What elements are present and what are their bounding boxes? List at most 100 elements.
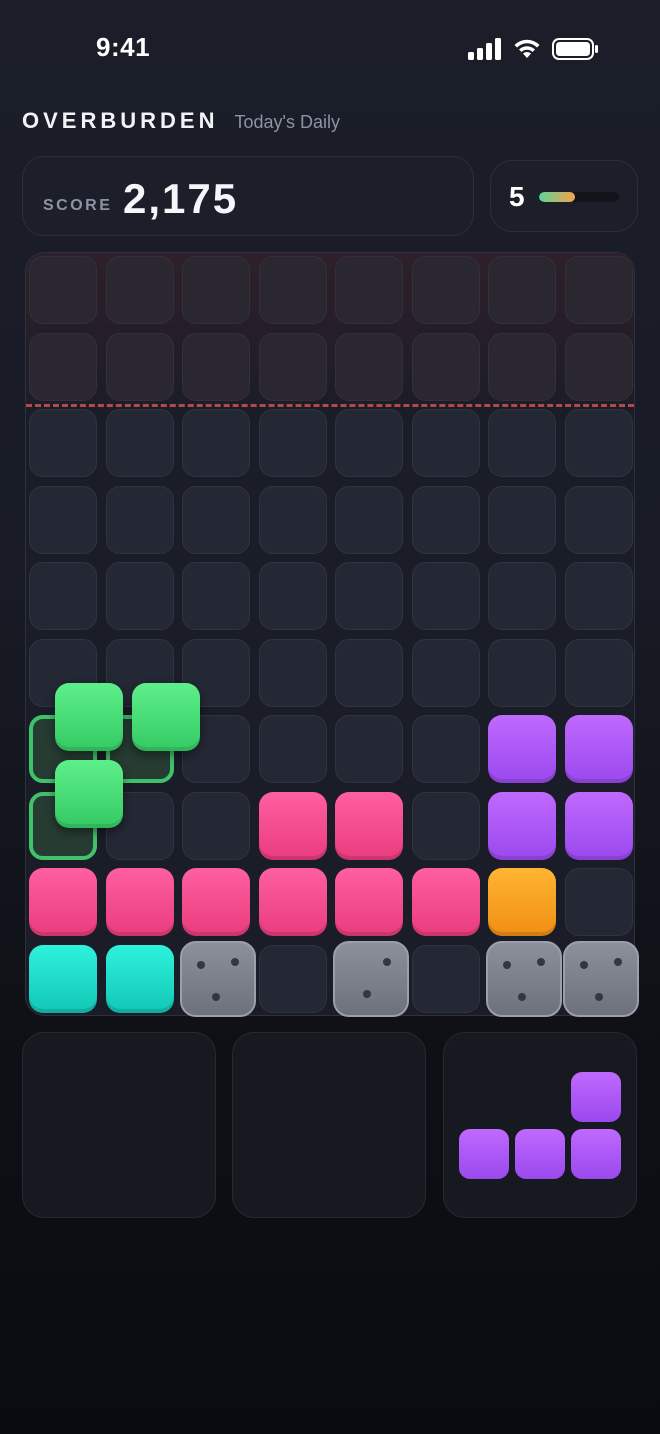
board-cell-empty [411, 715, 480, 783]
board-cell-empty [29, 256, 97, 324]
dragged-piece-block[interactable] [55, 759, 123, 828]
mode-subtitle: Today's Daily [234, 112, 340, 132]
board-cell-empty [182, 256, 250, 324]
board-cell-empty [335, 332, 403, 401]
stone-pit [212, 993, 221, 1002]
board-cell-empty [335, 485, 403, 554]
board-cell-empty [258, 944, 327, 1013]
danger-line [26, 404, 634, 407]
board-cell-empty [564, 409, 633, 477]
stone-pit [518, 993, 527, 1002]
score-value: 2,175 [123, 175, 239, 222]
board-cell-empty [29, 332, 97, 401]
board-cell-empty [29, 562, 97, 630]
cyan-block [105, 944, 174, 1013]
board-cell-empty [258, 715, 327, 783]
board-cell-empty [335, 562, 403, 630]
board-cell-empty [564, 868, 633, 936]
pink-block [258, 791, 327, 860]
stone-pit [537, 957, 546, 966]
purple-block [564, 791, 633, 860]
board-cell-empty [411, 944, 480, 1013]
stone-pit [613, 957, 622, 966]
board-cell-empty [258, 638, 327, 707]
board-cell-empty [488, 409, 556, 477]
board-cell-empty [258, 409, 327, 477]
board-cell-empty [258, 562, 327, 630]
cyan-block [29, 944, 97, 1013]
dragged-piece-block[interactable] [55, 683, 123, 751]
board-cell-empty [182, 409, 250, 477]
orange-block [488, 868, 556, 936]
purple-block [564, 715, 633, 783]
piece-tray-slot-2[interactable] [232, 1032, 426, 1218]
board-cell-empty [258, 332, 327, 401]
board-cell-empty [105, 332, 174, 401]
board-cell-empty [411, 332, 480, 401]
wifi-icon [514, 39, 540, 58]
dragged-piece-block[interactable] [131, 683, 200, 751]
app-title: OVERBURDEN [22, 108, 219, 133]
score-label: SCORE [43, 197, 113, 214]
board-cell-empty [182, 485, 250, 554]
stone-pit [197, 961, 205, 970]
level-progress-bar [539, 192, 619, 202]
tray-piece-block[interactable] [459, 1129, 509, 1179]
board-cell-empty [411, 409, 480, 477]
board-cell-empty [564, 332, 633, 401]
board-cell-empty [411, 791, 480, 860]
stone-pit [231, 957, 240, 966]
board-cell-empty [29, 485, 97, 554]
pink-block [182, 868, 250, 936]
game-header: OVERBURDEN Today's Daily [22, 108, 340, 138]
level-progress-fill [539, 192, 575, 202]
piece-tray-slot-1[interactable] [22, 1032, 216, 1218]
board-cell-empty [258, 485, 327, 554]
stone-block [180, 940, 256, 1017]
pink-block [335, 791, 403, 860]
board-cell-empty [335, 638, 403, 707]
board-cell-empty [411, 256, 480, 324]
tray-piece-block[interactable] [571, 1129, 621, 1179]
tray-piece-block[interactable] [571, 1072, 621, 1122]
board-cell-empty [105, 485, 174, 554]
board-cell-empty [564, 638, 633, 707]
status-time: 9:41 [96, 32, 151, 62]
board-cell-empty [488, 562, 556, 630]
stone-pit [503, 961, 511, 970]
board-cell-empty [411, 562, 480, 630]
stone-pit [382, 957, 391, 966]
board-cell-empty [182, 562, 250, 630]
board-cell-empty [564, 562, 633, 630]
board-cell-empty [411, 485, 480, 554]
pink-block [335, 868, 403, 936]
piece-tray-slot-3[interactable] [443, 1032, 637, 1218]
board-cell-empty [335, 409, 403, 477]
board-cell-empty [564, 256, 633, 324]
stone-pit [579, 961, 588, 970]
board-cell-empty [29, 409, 97, 477]
game-board[interactable] [25, 252, 639, 1017]
cellular-signal-icon [468, 38, 501, 60]
board-cell-empty [488, 332, 556, 401]
level-value: 5 [509, 181, 525, 212]
board-cell-empty [564, 485, 633, 554]
pink-block [29, 868, 97, 936]
purple-block [488, 791, 556, 860]
board-cell-empty [258, 256, 327, 324]
battery-icon [552, 38, 598, 60]
board-cell-empty [488, 638, 556, 707]
tray-piece-block[interactable] [515, 1129, 565, 1179]
board-cell-empty [488, 256, 556, 324]
stone-block [486, 940, 562, 1017]
purple-block [488, 715, 556, 783]
pink-block [105, 868, 174, 936]
pink-block [411, 868, 480, 936]
board-cell-empty [488, 485, 556, 554]
stone-block [562, 940, 639, 1017]
board-cell-empty [105, 256, 174, 324]
score-card: SCORE 2,175 [22, 156, 474, 236]
stone-pit [362, 990, 371, 999]
level-card: 5 [490, 160, 638, 232]
board-cell-empty [411, 638, 480, 707]
